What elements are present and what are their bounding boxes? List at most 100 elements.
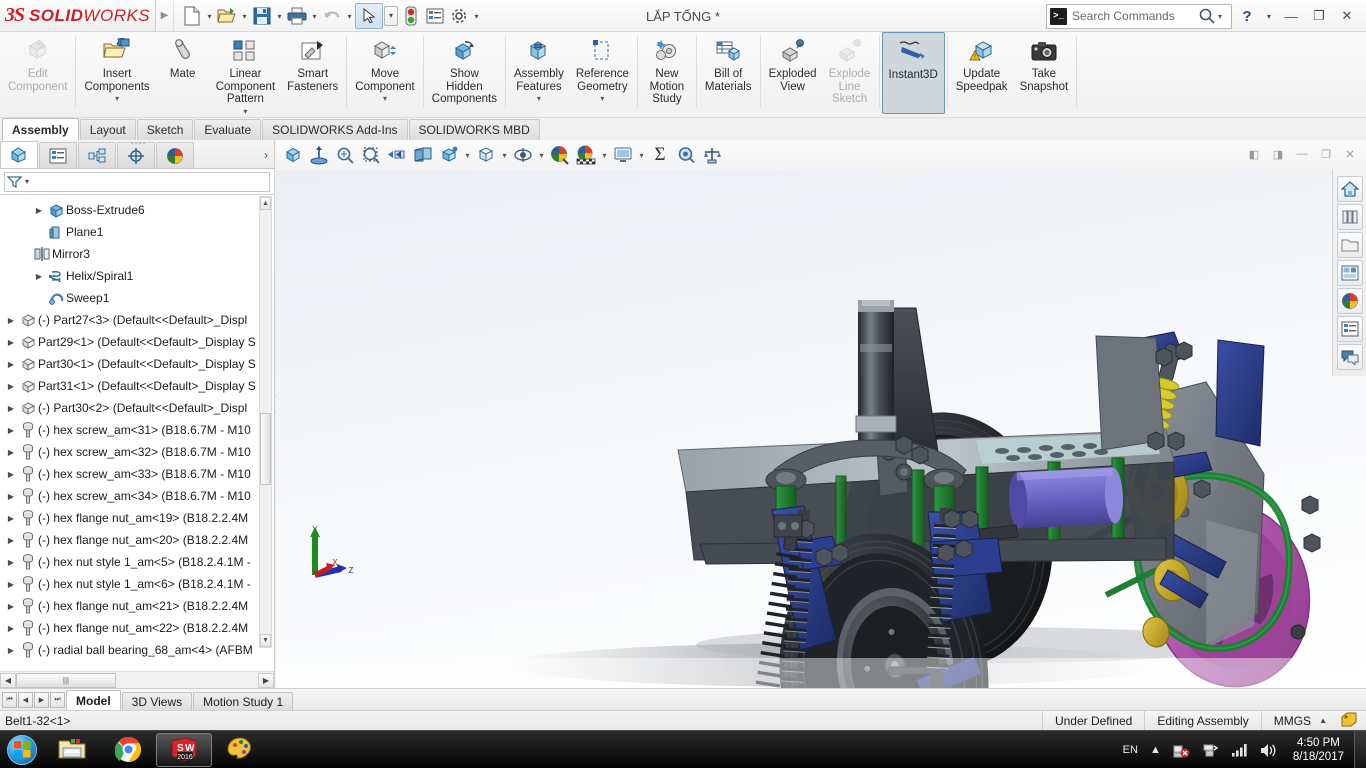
search-dropdown-icon[interactable]: ▾	[1218, 12, 1228, 21]
section-view-icon[interactable]	[410, 142, 436, 168]
motion-nav-button-1[interactable]: ◀	[18, 692, 33, 708]
feature-tree[interactable]: ▶ Boss-Extrude6 Plane1 Mirror3 ▶ Helix/Spiral…	[0, 196, 274, 670]
bottom-tab-model[interactable]: Model	[66, 690, 121, 710]
new-document-dropdown-icon[interactable]: ▾	[204, 3, 215, 29]
graphics-viewport[interactable]: Y Z X ▾ ▾ ▾ ▾ ▾ Σ ◧ ◨ — ❐ ✕	[276, 140, 1366, 688]
insert-components-button[interactable]: Insert Components ▾	[78, 32, 155, 116]
restore-button[interactable]: ❐	[1306, 3, 1332, 29]
signal-icon[interactable]	[1225, 743, 1254, 757]
expand-arrow-icon[interactable]: ▶	[32, 272, 46, 281]
apply-scene-icon[interactable]	[573, 142, 599, 168]
command-tab-sketch[interactable]: Sketch	[136, 119, 194, 140]
new-motion-study-button[interactable]: New Motion Study	[640, 32, 694, 116]
linear-component-pattern-button[interactable]: Linear Component Pattern ▾	[210, 32, 281, 116]
custom-properties-icon[interactable]	[1336, 316, 1363, 342]
scroll-right-icon[interactable]: ▶	[258, 672, 274, 688]
file-properties-icon[interactable]	[423, 3, 447, 29]
google-chrome-taskbar-icon[interactable]	[100, 733, 156, 767]
show-desktop-button[interactable]	[1354, 731, 1366, 768]
expand-arrow-icon[interactable]: ▶	[4, 426, 18, 435]
expand-arrow-icon[interactable]: ▶	[4, 470, 18, 479]
select-tool-button[interactable]	[355, 2, 383, 29]
feature-filter-input[interactable]: ▾	[4, 171, 270, 192]
solidworks-logo[interactable]: 3S SOLID WORKS	[0, 0, 156, 31]
display-style-dropdown-icon[interactable]: ▾	[499, 142, 510, 168]
vertical-scroll-thumb[interactable]	[260, 413, 271, 485]
show-hidden-components-button[interactable]: Show Hidden Components	[426, 32, 503, 116]
expand-arrow-icon[interactable]: ▶	[4, 492, 18, 501]
close-button[interactable]: ✕	[1334, 3, 1360, 29]
dimxpert-manager-tab[interactable]	[117, 142, 155, 168]
expand-arrow-icon[interactable]: ▶	[4, 360, 18, 369]
close-doc-button[interactable]: ✕	[1338, 142, 1362, 166]
expand-arrow-icon[interactable]: ▶	[4, 558, 18, 567]
tray-show-hidden-icon[interactable]: ▲	[1144, 744, 1167, 756]
new-document-icon[interactable]	[180, 3, 204, 29]
feature-tree-row[interactable]: ▶ (-) hex nut style 1_am<6> (B18.2.4.1M -	[0, 573, 274, 595]
minimize-doc-button[interactable]: —	[1290, 142, 1314, 166]
print-document-dropdown-icon[interactable]: ▾	[309, 3, 320, 29]
previous-view-icon[interactable]	[384, 142, 410, 168]
feature-tree-row[interactable]: ▶ Part29<1> (Default<<Default>_Display S	[0, 331, 274, 353]
feature-tree-row[interactable]: ▶ (-) hex screw_am<33> (B18.6.7M - M10	[0, 463, 274, 485]
expand-arrow-icon[interactable]: ▶	[4, 602, 18, 611]
feature-tree-row[interactable]: ▶ (-) radial ball bearing_68_am<4> (AFBM	[0, 639, 274, 661]
feature-tree-row[interactable]: ▶ Helix/Spiral1	[0, 265, 274, 287]
motion-nav-button-3[interactable]: ⏭	[50, 692, 65, 708]
feature-tree-row[interactable]: ▶ (-) hex nut style 1_am<5> (B18.2.4.1M -	[0, 551, 274, 573]
bottom-tab-3d-views[interactable]: 3D Views	[121, 692, 193, 710]
feature-tree-row[interactable]: ▶ Boss-Extrude6	[0, 199, 274, 221]
expand-arrow-icon[interactable]: ▶	[4, 536, 18, 545]
expand-arrow-icon[interactable]: ▶	[4, 624, 18, 633]
search-icon[interactable]	[1196, 8, 1218, 24]
move-component-button[interactable]: Move Component ▾	[349, 32, 420, 116]
mate-button[interactable]: Mate	[156, 32, 210, 116]
scroll-down-icon[interactable]: ▼	[260, 634, 271, 647]
expand-arrow-icon[interactable]: ▶	[4, 382, 18, 391]
open-document-icon[interactable]	[215, 3, 239, 29]
view-settings-dropdown-icon[interactable]: ▾	[636, 142, 647, 168]
feature-tree-row[interactable]: ▶ (-) Part30<2> (Default<<Default>_Displ	[0, 397, 274, 419]
feature-tree-vertical-scrollbar[interactable]: ▲ ▼	[259, 196, 272, 648]
bottom-tab-motion-study-1[interactable]: Motion Study 1	[193, 692, 294, 710]
command-tab-layout[interactable]: Layout	[79, 119, 136, 140]
measure-icon[interactable]	[699, 142, 725, 168]
print-document-icon[interactable]	[285, 3, 309, 29]
ribbon-button-dropdown-icon[interactable]: ▾	[383, 94, 387, 103]
ribbon-button-dropdown-icon[interactable]: ▾	[600, 94, 604, 103]
view-settings-icon[interactable]	[610, 142, 636, 168]
feature-tree-row[interactable]: Mirror3	[0, 243, 274, 265]
view-cube-icon[interactable]	[280, 142, 306, 168]
command-tab-evaluate[interactable]: Evaluate	[194, 119, 262, 140]
panel-expand-chevron-icon[interactable]: ›	[264, 148, 268, 162]
bill-of-materials-button[interactable]: Bill of Materials	[699, 32, 758, 116]
ribbon-button-dropdown-icon[interactable]: ▾	[537, 94, 541, 103]
minimize-button[interactable]: —	[1278, 3, 1304, 29]
save-document-icon[interactable]	[250, 3, 274, 29]
update-speedpak-button[interactable]: ! Update Speedpak	[950, 32, 1014, 116]
zoom-to-fit-icon[interactable]	[332, 142, 358, 168]
design-library-icon[interactable]	[1336, 204, 1363, 230]
file-explorer-icon[interactable]	[1336, 232, 1363, 258]
search-commands-box[interactable]: >_ Search Commands ▾	[1046, 3, 1232, 29]
undo-icon[interactable]	[320, 3, 344, 29]
display-manager-tab[interactable]	[156, 142, 194, 168]
solidworks-resources-icon[interactable]	[1336, 176, 1363, 202]
select-dropdown-icon[interactable]: ▾	[383, 3, 399, 29]
motion-nav-button-0[interactable]: ⏮	[2, 692, 17, 708]
help-dropdown-icon[interactable]: ▾	[1262, 3, 1276, 29]
taskbar-clock[interactable]: 4:50 PM 8/18/2017	[1283, 736, 1354, 764]
scroll-left-icon[interactable]: ◀	[0, 672, 16, 688]
expand-arrow-icon[interactable]: ▶	[4, 316, 18, 325]
expand-arrow-icon[interactable]: ▶	[4, 580, 18, 589]
feature-tree-row[interactable]: ▶ (-) hex flange nut_am<20> (B18.2.2.4M	[0, 529, 274, 551]
feature-tree-row[interactable]: ▶ (-) hex flange nut_am<19> (B18.2.2.4M	[0, 507, 274, 529]
feature-tree-row[interactable]: ▶ (-) Part27<3> (Default<<Default>_Displ	[0, 309, 274, 331]
feature-manager-tab[interactable]	[0, 141, 38, 168]
solidworks-forum-icon[interactable]	[1336, 344, 1363, 370]
help-button[interactable]: ?	[1234, 3, 1260, 29]
feature-tree-row[interactable]: Sweep1	[0, 287, 274, 309]
instant3d-button[interactable]: Instant3D	[881, 32, 945, 114]
feature-tree-row[interactable]: ▶ Part30<1> (Default<<Default>_Display S	[0, 353, 274, 375]
expand-arrow-icon[interactable]: ▶	[4, 338, 18, 347]
